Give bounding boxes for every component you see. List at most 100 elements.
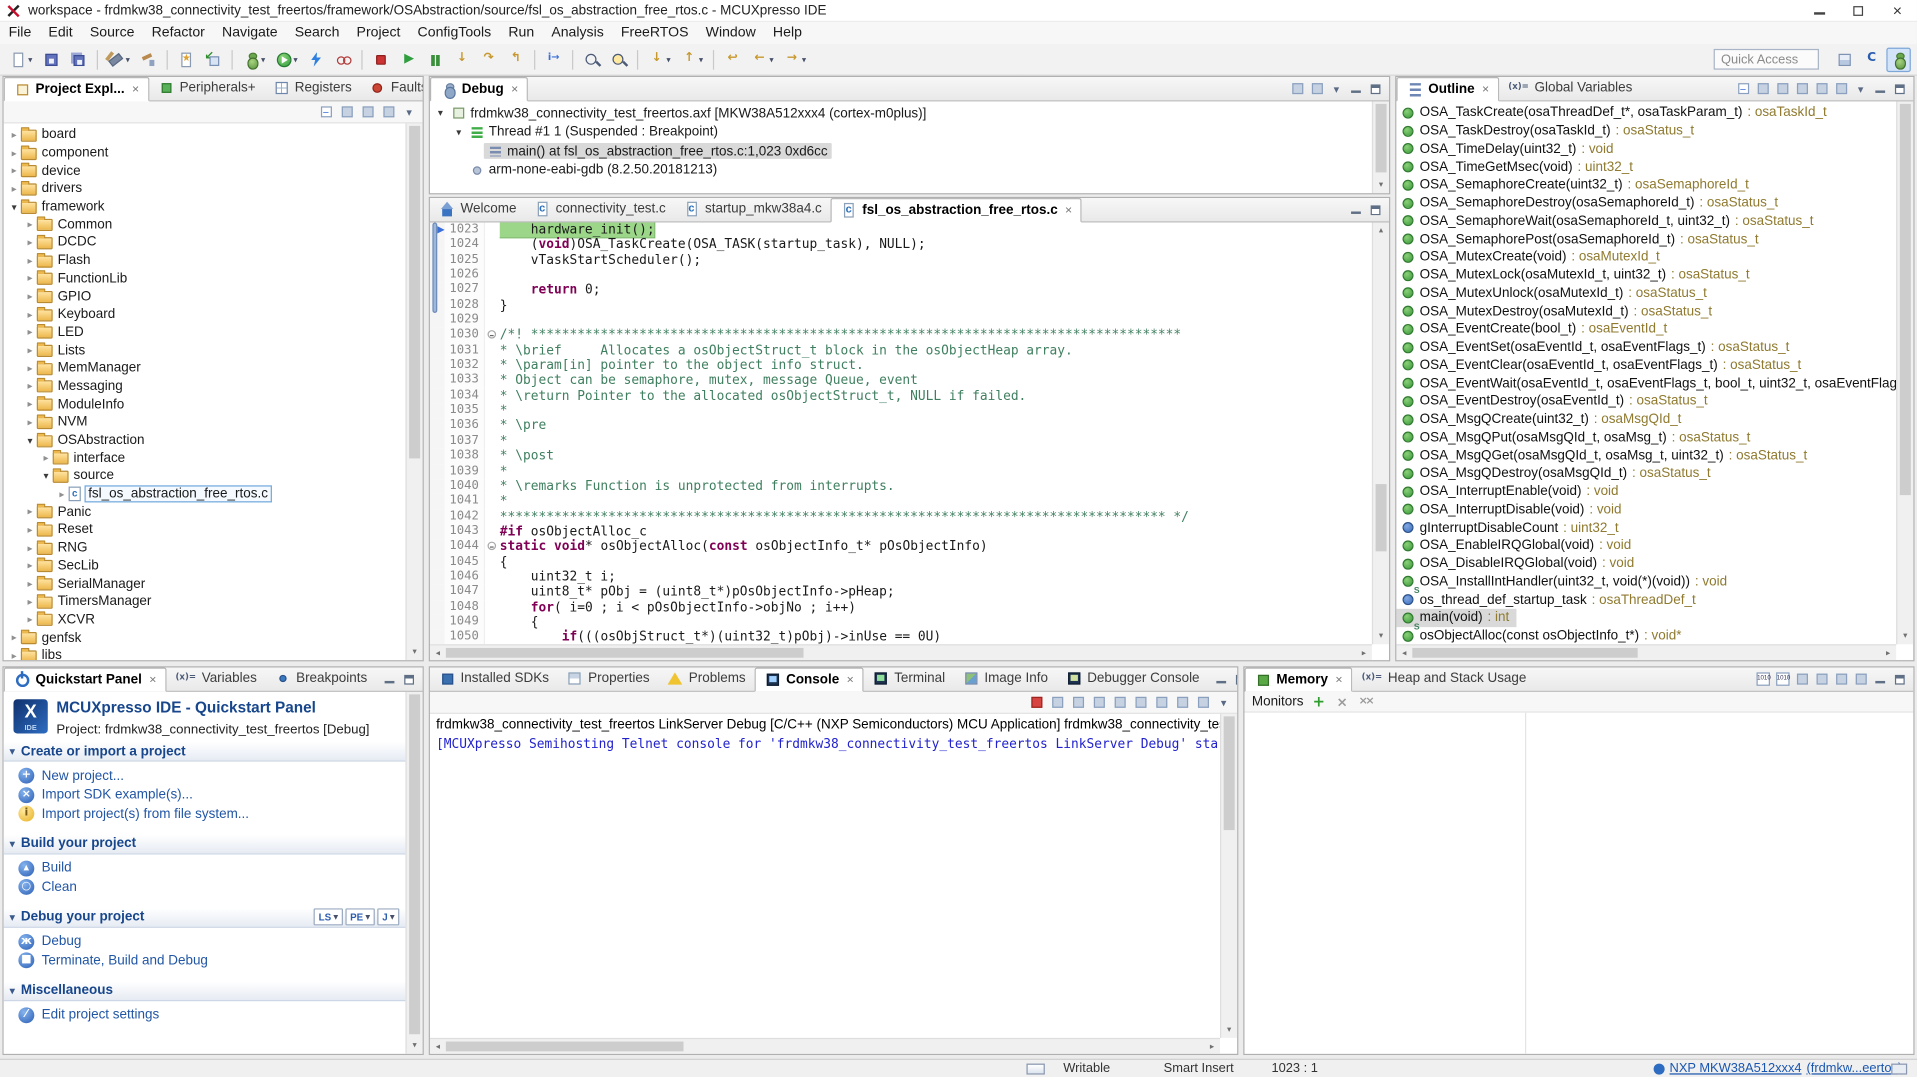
- toolbar-import-sdk-button[interactable]: [201, 47, 225, 71]
- minimize-icon[interactable]: [1872, 80, 1889, 97]
- expand-arrow-icon[interactable]: ▸: [23, 291, 36, 302]
- toolbar-attach-probe-button[interactable]: [331, 47, 355, 71]
- link-memory-rendering-icon[interactable]: [1813, 671, 1830, 688]
- clean-action[interactable]: ○Clean: [4, 878, 406, 897]
- collapse-arrow-icon[interactable]: ▾: [39, 471, 52, 482]
- instruction-stepping-mode-icon[interactable]: [1308, 80, 1325, 97]
- vertical-scrollbar[interactable]: ▴▾: [1220, 714, 1237, 1038]
- outline-item-os-thread-def-startup-task[interactable]: Sos_thread_def_startup_task : osaThreadD…: [1396, 591, 1703, 609]
- import-project-s-from-file-system-action[interactable]: iImport project(s) from file system...: [4, 804, 406, 823]
- outline-item-osa-eventdestroy[interactable]: OSA_EventDestroy(osaEventId_t) : osaStat…: [1396, 392, 1715, 410]
- toolbar-clean-button[interactable]: [136, 47, 160, 71]
- scroll-left-arrow-icon[interactable]: ◂: [430, 1039, 446, 1054]
- debug-item-thread-1-1-suspended[interactable]: ▾Thread #1 1 (Suspended : Breakpoint): [430, 123, 1372, 142]
- expand-arrow-icon[interactable]: ▸: [23, 506, 36, 517]
- import-sdk-example-s-action[interactable]: ×Import SDK example(s)...: [4, 785, 406, 804]
- toolbar-step-return-button[interactable]: [504, 47, 528, 71]
- outline-item-osa-eventclear[interactable]: OSA_EventClear(osaEventId_t, osaEventFla…: [1396, 356, 1808, 374]
- maximize-icon[interactable]: [1891, 671, 1908, 688]
- toolbar-debug-button[interactable]: ▾: [239, 47, 269, 71]
- tab-image-info[interactable]: Image Info: [954, 666, 1057, 690]
- vertical-scrollbar[interactable]: ▴▾: [405, 123, 422, 660]
- tab-heap-and-stack-usage[interactable]: Heap and Stack Usage: [1352, 666, 1535, 690]
- expand-arrow-icon[interactable]: ▸: [23, 219, 36, 230]
- debug-item-arm-none-eabi-gdb-8-2-5[interactable]: arm-none-eabi-gdb (8.2.50.20181213): [430, 161, 1372, 180]
- debug-probe-j-button[interactable]: J▾: [377, 908, 399, 925]
- add-memory-monitor-icon[interactable]: [1311, 694, 1327, 710]
- project-item-timersmanager[interactable]: ▸TimersManager: [4, 593, 406, 611]
- console-output-area[interactable]: frdmkw38_connectivity_test_freertos Link…: [430, 714, 1220, 1038]
- maximize-icon[interactable]: [1367, 201, 1384, 218]
- outline-item-osa-eventcreate[interactable]: OSA_EventCreate(bool_t) : osaEventId_t: [1396, 320, 1674, 338]
- split-pane-layout-icon[interactable]: [1832, 671, 1849, 688]
- build-action[interactable]: ▴Build: [4, 859, 406, 878]
- tab-project-expl[interactable]: Project Expl...×: [4, 77, 149, 101]
- tab-installed-sdks[interactable]: Installed SDKs: [430, 666, 558, 690]
- scrollbar-thumb[interactable]: [446, 1042, 683, 1052]
- outline-item-osa-interruptenable[interactable]: OSA_InterruptEnable(void) : void: [1396, 483, 1626, 501]
- expand-arrow-icon[interactable]: ▸: [23, 381, 36, 392]
- expand-arrow-icon[interactable]: ▸: [23, 345, 36, 356]
- toolbar-build-button[interactable]: ▾: [104, 47, 134, 71]
- project-item-component[interactable]: ▸component: [4, 144, 406, 162]
- project-item-device[interactable]: ▸device: [4, 162, 406, 180]
- outline-item-osa-eventwait[interactable]: OSA_EventWait(osaEventId_t, osaEventFlag…: [1396, 374, 1896, 392]
- debug-view-layout-icon[interactable]: [1289, 80, 1306, 97]
- scrollbar-thumb[interactable]: [1376, 484, 1387, 551]
- outline-item-osa-timedelay[interactable]: OSA_TimeDelay(uint32_t) : void: [1396, 140, 1621, 158]
- memory-hex-rendering-icon[interactable]: [1754, 671, 1771, 688]
- scrollbar-thumb[interactable]: [409, 694, 420, 1034]
- menu-run[interactable]: Run: [500, 22, 543, 44]
- toolbar-step-into-button[interactable]: [450, 47, 474, 71]
- fold-collapse-icon[interactable]: [488, 542, 497, 551]
- hide-fields-icon[interactable]: [1774, 80, 1791, 97]
- tab-outline[interactable]: Outline×: [1396, 77, 1499, 101]
- expand-arrow-icon[interactable]: ▸: [23, 255, 36, 266]
- outline-item-osa-semaphorepost[interactable]: OSA_SemaphorePost(osaSemaphoreId_t) : os…: [1396, 230, 1766, 248]
- expand-arrow-icon[interactable]: ▸: [23, 237, 36, 248]
- outline-item-osa-interruptdisable[interactable]: OSA_InterruptDisable(void) : void: [1396, 501, 1629, 519]
- display-selected-console-icon[interactable]: [1173, 694, 1190, 711]
- menu-project[interactable]: Project: [348, 22, 409, 44]
- toolbar-step-over-button[interactable]: [477, 47, 501, 71]
- outline-item-osa-mutexcreate[interactable]: OSA_MutexCreate(void) : osaMutexId_t: [1396, 248, 1667, 266]
- section-header-build-your-project[interactable]: ▾Build your project: [4, 833, 406, 854]
- expand-arrow-icon[interactable]: ▸: [7, 147, 20, 158]
- remove-all-launches-icon[interactable]: [1069, 694, 1086, 711]
- menu-freertos[interactable]: FreeRTOS: [612, 22, 697, 44]
- outline-item-osa-eventset[interactable]: OSA_EventSet(osaEventId_t, osaEventFlags…: [1396, 338, 1796, 356]
- toolbar-next-annotation-button[interactable]: ▾: [644, 47, 674, 71]
- filter-icon[interactable]: [338, 103, 355, 120]
- terminate-build-and-debug-action[interactable]: ■Terminate, Build and Debug: [4, 951, 406, 970]
- editor-body[interactable]: 1023 hardware_init();1024 (void)OSA_Task…: [430, 222, 1372, 644]
- minimize-window-button[interactable]: [1799, 0, 1838, 21]
- toolbar-resume-button[interactable]: [396, 47, 420, 71]
- debug-perspective-button[interactable]: [1886, 47, 1910, 71]
- vertical-scrollbar[interactable]: ▴▾: [1896, 101, 1913, 644]
- section-header-debug-your-project[interactable]: ▾Debug your projectLS▾PE▾J▾: [4, 906, 406, 927]
- close-tab-icon[interactable]: ×: [132, 83, 139, 96]
- outline-item-osa-msgqget[interactable]: OSA_MsgQGet(osaMsgQId_t, osaMsg_t, uint3…: [1396, 447, 1814, 465]
- project-item-reset[interactable]: ▸Reset: [4, 521, 406, 539]
- menu-help[interactable]: Help: [764, 22, 810, 44]
- memory-pane-divider[interactable]: [1525, 713, 1526, 1054]
- toolbar-previous-annotation-button[interactable]: ▾: [677, 47, 707, 71]
- cpp-perspective-button[interactable]: [1859, 47, 1883, 71]
- expand-arrow-icon[interactable]: ▸: [23, 614, 36, 625]
- toolbar-instruction-stepping-button[interactable]: [541, 47, 565, 71]
- outline-item-osa-mutexlock[interactable]: OSA_MutexLock(osaMutexId_t, uint32_t) : …: [1396, 266, 1757, 284]
- outline-item-osa-disableirqglobal[interactable]: OSA_DisableIRQGlobal(void) : void: [1396, 555, 1641, 573]
- scroll-down-arrow-icon[interactable]: ▾: [1897, 628, 1913, 644]
- remove-launch-icon[interactable]: [1049, 694, 1066, 711]
- hide-non-public-members-icon[interactable]: [1813, 80, 1830, 97]
- outline-item-ginterruptdisablecount[interactable]: gInterruptDisableCount : uint32_t: [1396, 519, 1626, 537]
- scroll-right-arrow-icon[interactable]: ▸: [1356, 645, 1372, 660]
- expand-arrow-icon[interactable]: ▸: [23, 309, 36, 320]
- expand-arrow-icon[interactable]: ▸: [7, 129, 20, 140]
- debug-item-main-at-fsl-os-abstrac[interactable]: main() at fsl_os_abstraction_free_rtos.c…: [430, 142, 1372, 161]
- section-header-create-or-import-a-project[interactable]: ▾Create or import a project: [4, 741, 406, 762]
- project-item-drivers[interactable]: ▸drivers: [4, 180, 406, 198]
- expand-arrow-icon[interactable]: ▸: [7, 650, 20, 660]
- minimize-icon[interactable]: [1872, 671, 1889, 688]
- maximize-icon[interactable]: [401, 671, 418, 688]
